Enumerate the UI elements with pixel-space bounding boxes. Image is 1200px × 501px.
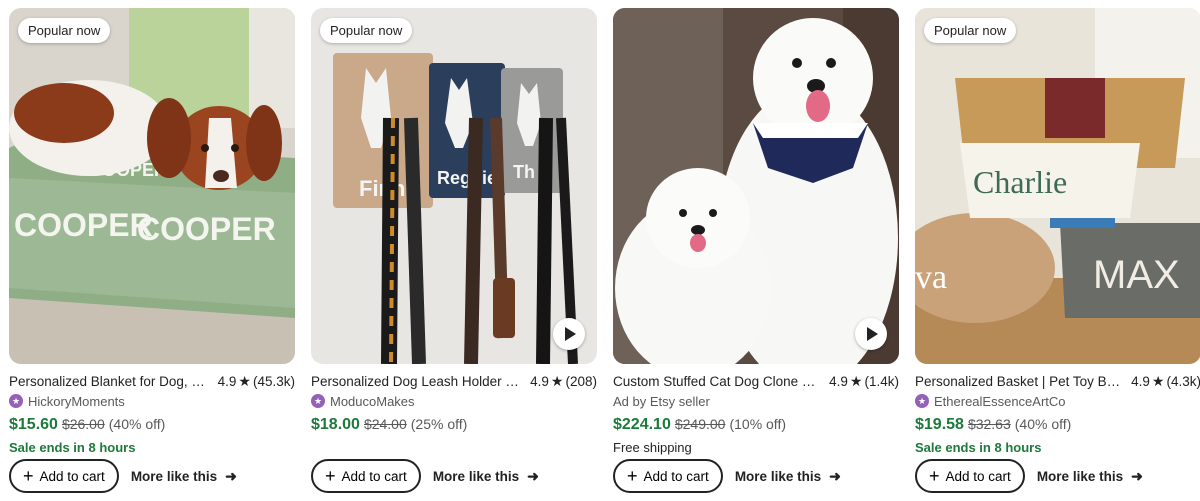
review-count: (1.4k) [864,373,899,389]
add-to-cart-button[interactable]: + Add to cart [613,459,723,493]
product-title[interactable]: Personalized Blanket for Dog, Custom Dog… [9,374,218,389]
arrow-right-icon: ➜ [527,467,539,484]
plus-icon: + [929,466,940,486]
product-photo-leash-holder: Finn Reggie Th [311,8,597,364]
more-like-this-label: More like this [734,468,822,484]
hook-name-text: Reggie [437,168,497,188]
add-to-cart-button[interactable]: + Add to cart [9,459,119,493]
star-icon: ★ [550,372,564,389]
play-video-icon[interactable] [553,318,585,350]
add-to-cart-button[interactable]: + Add to cart [915,459,1025,493]
product-card[interactable]: COOPER COOPER COOPER Popular now Persona… [9,8,295,493]
arrow-right-icon: ➜ [225,467,237,484]
sale-price: $18.00 [311,416,360,433]
rating-value: 4.9 [217,373,237,389]
seller-name[interactable]: ModucoMakes [330,394,415,409]
ad-seller-label: Ad by Etsy seller [613,393,710,409]
add-to-cart-label: Add to cart [643,468,709,484]
more-like-this-link[interactable]: More like this ➜ [131,468,237,485]
star-seller-icon: ★ [915,394,929,408]
extra-info [311,440,597,458]
basket-name-text: MAX [1093,253,1180,297]
more-like-this-label: More like this [130,468,218,484]
blanket-name-text: COOPER [14,207,153,243]
review-count: (4.3k) [1166,373,1200,389]
original-price: $32.63 [967,416,1011,432]
more-like-this-label: More like this [1036,468,1124,484]
rating-value: 4.9 [829,373,848,389]
discount-percent: (25% off) [410,416,468,432]
basket-name-text: va [915,259,947,296]
blanket-name-text: COOPER [137,211,276,247]
sale-ends-text: Sale ends in 8 hours [915,440,1042,455]
product-rating: 4.9 ★ (45.3k) [218,373,295,390]
arrow-right-icon: ➜ [829,467,841,484]
star-icon: ★ [1151,372,1165,389]
original-price: $24.00 [363,416,407,432]
plus-icon: + [325,466,336,486]
free-shipping-text: Free shipping [613,440,692,455]
sale-ends-text: Sale ends in 8 hours [9,440,136,455]
sale-price: $19.58 [915,416,964,433]
sale-price: $224.10 [613,416,671,433]
plus-icon: + [23,466,34,486]
product-photo-plush-clone [613,8,899,364]
more-like-this-label: More like this [432,468,520,484]
product-title[interactable]: Personalized Dog Leash Holder for Wall [311,374,530,389]
popular-now-badge: Popular now [924,18,1017,43]
add-to-cart-label: Add to cart [945,468,1011,484]
product-card[interactable]: Custom Stuffed Cat Dog Clone Plush 4.9 ★(… [613,8,899,493]
discount-percent: (40% off) [108,416,166,432]
popular-now-badge: Popular now [18,18,111,43]
rating-value: 4.9 [530,373,549,389]
popular-now-badge: Popular now [320,18,413,43]
star-seller-icon: ★ [311,394,325,408]
review-count: (208) [565,373,597,389]
add-to-cart-label: Add to cart [341,468,407,484]
discount-percent: (40% off) [1014,416,1072,432]
review-count: (45.3k) [252,373,295,389]
product-rating: 4.9 ★ (208) [530,373,597,390]
seller-name[interactable]: HickoryMoments [28,394,125,409]
sale-price: $15.60 [9,416,58,433]
basket-name-text: Charlie [973,164,1067,200]
product-image[interactable]: va MAX Charlie Popular now [915,8,1200,364]
more-like-this-link[interactable]: More like this ➜ [1037,468,1143,485]
product-title[interactable]: Personalized Basket | Pet Toy Basket [915,374,1131,389]
arrow-right-icon: ➜ [1131,467,1143,484]
product-grid: COOPER COOPER COOPER Popular now Persona… [0,0,1200,501]
product-card[interactable]: Finn Reggie Th Popular now Personalized … [311,8,597,493]
star-icon: ★ [238,372,251,389]
seller-name[interactable]: EtherealEssenceArtCo [934,394,1066,409]
original-price: $249.00 [674,416,726,432]
original-price: $26.00 [61,416,105,432]
star-seller-icon: ★ [9,394,23,408]
product-title[interactable]: Custom Stuffed Cat Dog Clone Plush [613,374,829,389]
play-video-icon[interactable] [855,318,887,350]
add-to-cart-button[interactable]: + Add to cart [311,459,421,493]
more-like-this-link[interactable]: More like this ➜ [735,468,841,485]
plus-icon: + [627,466,638,486]
discount-percent: (10% off) [729,416,786,432]
product-rating: 4.9 ★ (1.4k) [829,373,899,390]
add-to-cart-label: Add to cart [39,468,105,484]
star-icon: ★ [849,372,863,389]
product-photo-baskets: va MAX Charlie [915,8,1200,364]
more-like-this-link[interactable]: More like this ➜ [433,468,539,485]
rating-value: 4.9 [1131,373,1150,389]
product-image[interactable]: COOPER COOPER COOPER Popular now [9,8,295,364]
product-image[interactable] [613,8,899,364]
product-rating: 4.9 ★ (4.3k) [1131,373,1200,390]
product-image[interactable]: Finn Reggie Th Popular now [311,8,597,364]
product-photo-blanket: COOPER COOPER COOPER [9,8,295,364]
hook-name-text: Th [513,162,535,182]
product-card[interactable]: va MAX Charlie Popular now Personalized … [915,8,1200,493]
